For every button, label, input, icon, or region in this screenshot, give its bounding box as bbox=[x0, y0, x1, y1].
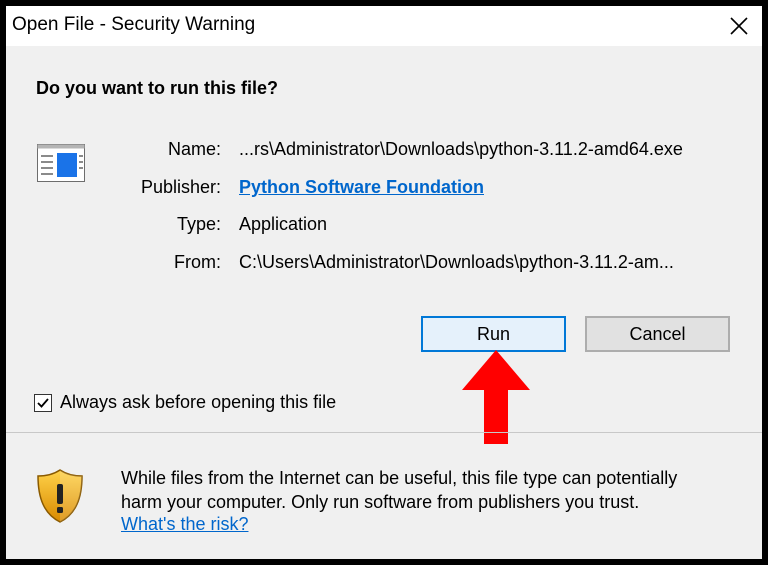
warning-message: While files from the Internet can be use… bbox=[121, 466, 751, 514]
warning-line-1: While files from the Internet can be use… bbox=[121, 468, 678, 488]
type-value: Application bbox=[239, 214, 328, 234]
security-warning-dialog: Open File - Security Warning Do you want… bbox=[6, 6, 762, 559]
name-value: ...rs\Administrator\Downloads\python-3.1… bbox=[239, 139, 683, 159]
run-button[interactable]: Run bbox=[421, 316, 566, 352]
publisher-link[interactable]: Python Software Foundation bbox=[239, 177, 484, 198]
always-ask-checkbox[interactable] bbox=[34, 393, 52, 412]
from-label: From: bbox=[174, 252, 221, 272]
close-button[interactable] bbox=[716, 6, 762, 46]
name-label: Name: bbox=[167, 139, 221, 159]
title-bar: Open File - Security Warning bbox=[6, 6, 762, 46]
section-divider bbox=[6, 432, 762, 433]
cancel-button[interactable]: Cancel bbox=[585, 316, 730, 352]
publisher-label: Publisher: bbox=[140, 177, 221, 197]
type-label: Type: bbox=[176, 214, 221, 234]
security-shield-icon bbox=[37, 469, 83, 523]
whats-the-risk-link[interactable]: What's the risk? bbox=[121, 514, 248, 535]
close-icon bbox=[730, 17, 748, 35]
cancel-button-label: Cancel bbox=[629, 323, 686, 344]
from-value: C:\Users\Administrator\Downloads\python-… bbox=[239, 252, 674, 272]
window-title: Open File - Security Warning bbox=[12, 14, 256, 35]
run-button-label: Run bbox=[476, 323, 511, 344]
always-ask-checkbox-row[interactable]: Always ask before opening this file bbox=[34, 392, 336, 413]
warning-line-2: harm your computer. Only run software fr… bbox=[121, 492, 640, 512]
checkmark-icon bbox=[37, 397, 49, 408]
dialog-question: Do you want to run this file? bbox=[36, 78, 278, 98]
always-ask-label: Always ask before opening this file bbox=[60, 392, 337, 412]
